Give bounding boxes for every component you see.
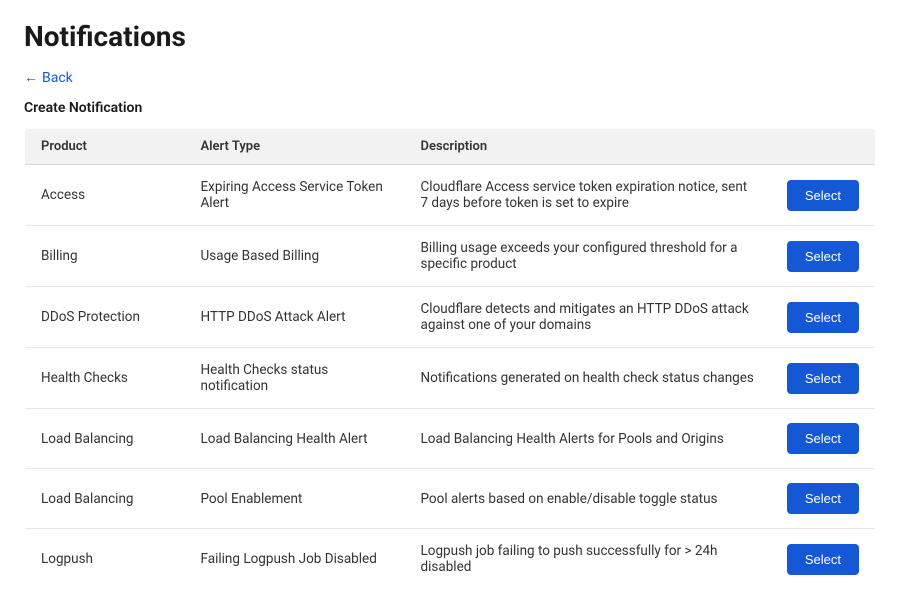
cell-alert-type: Load Balancing Health Alert [185,409,405,469]
cell-alert-type: HTTP DDoS Attack Alert [185,287,405,348]
table-row: Billing Usage Based Billing Billing usag… [25,226,876,287]
col-header-alert-type: Alert Type [185,129,405,165]
cell-action: Select [771,409,876,469]
table-row: Health Checks Health Checks status notif… [25,348,876,409]
table-row: Access Expiring Access Service Token Ale… [25,165,876,226]
cell-alert-type: Pool Enablement [185,469,405,529]
cell-product: Load Balancing [25,469,185,529]
cell-product: Logpush [25,529,185,590]
cell-action: Select [771,529,876,590]
select-button-4[interactable]: Select [787,423,859,454]
cell-alert-type: Usage Based Billing [185,226,405,287]
cell-alert-type: Expiring Access Service Token Alert [185,165,405,226]
cell-description: Cloudflare Access service token expirati… [405,165,771,226]
cell-description: Cloudflare detects and mitigates an HTTP… [405,287,771,348]
table-row: Load Balancing Pool Enablement Pool aler… [25,469,876,529]
cell-action: Select [771,165,876,226]
cell-alert-type: Failing Logpush Job Disabled [185,529,405,590]
cell-product: Access [25,165,185,226]
col-header-action [771,129,876,165]
cell-action: Select [771,469,876,529]
select-button-1[interactable]: Select [787,241,859,272]
cell-description: Pool alerts based on enable/disable togg… [405,469,771,529]
col-header-description: Description [405,129,771,165]
back-link[interactable]: ← Back [24,69,73,86]
section-title: Create Notification [24,100,876,116]
col-header-product: Product [25,129,185,165]
cell-product: Load Balancing [25,409,185,469]
page-title: Notifications [24,20,876,53]
select-button-3[interactable]: Select [787,363,859,394]
cell-product: Billing [25,226,185,287]
select-button-6[interactable]: Select [787,544,859,575]
table-row: Logpush Failing Logpush Job Disabled Log… [25,529,876,590]
notifications-table: Product Alert Type Description Access Ex… [24,128,876,590]
cell-description: Notifications generated on health check … [405,348,771,409]
cell-product: Health Checks [25,348,185,409]
cell-description: Billing usage exceeds your configured th… [405,226,771,287]
select-button-5[interactable]: Select [787,483,859,514]
back-arrow-icon: ← [24,69,38,86]
cell-action: Select [771,226,876,287]
cell-action: Select [771,348,876,409]
table-header-row: Product Alert Type Description [25,129,876,165]
cell-action: Select [771,287,876,348]
table-row: DDoS Protection HTTP DDoS Attack Alert C… [25,287,876,348]
cell-alert-type: Health Checks status notification [185,348,405,409]
table-row: Load Balancing Load Balancing Health Ale… [25,409,876,469]
cell-description: Load Balancing Health Alerts for Pools a… [405,409,771,469]
cell-product: DDoS Protection [25,287,185,348]
select-button-0[interactable]: Select [787,180,859,211]
cell-description: Logpush job failing to push successfully… [405,529,771,590]
select-button-2[interactable]: Select [787,302,859,333]
